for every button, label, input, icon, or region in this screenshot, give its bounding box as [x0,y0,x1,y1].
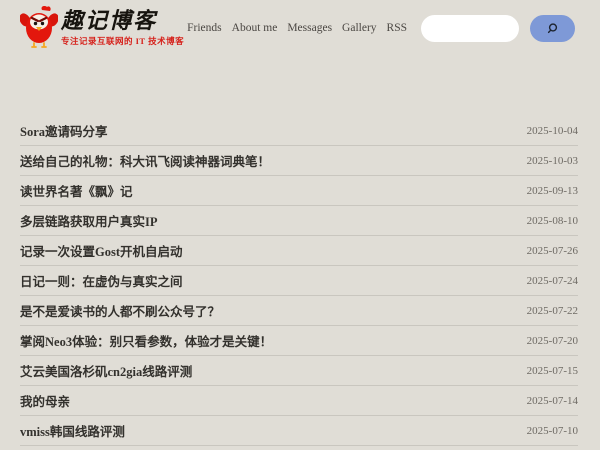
post-row[interactable]: 多层链路获取用户真实IP 2025-08-10 [20,206,578,236]
post-list: Sora邀请码分享 2025-10-04 送给自己的礼物：科大讯飞阅读神器词典笔… [20,116,578,446]
post-title[interactable]: 读世界名著《飘》记 [20,181,133,200]
site-tagline: 专注记录互联网的 IT 技术博客 [61,35,185,46]
nav-item-about-me[interactable]: About me [232,22,278,34]
magnifier-icon [546,22,559,35]
nav-item-messages[interactable]: Messages [287,22,332,34]
post-title[interactable]: 日记一则：在虚伪与真实之间 [20,271,183,290]
post-title[interactable]: vmiss韩国线路评测 [20,421,125,440]
post-row[interactable]: 我的母亲 2025-07-14 [20,386,578,416]
post-row[interactable]: vmiss韩国线路评测 2025-07-10 [20,416,578,446]
nav-item-friends[interactable]: Friends [187,22,222,34]
search-button[interactable] [530,14,575,42]
bird-mascot-icon [19,4,59,53]
post-row[interactable]: 掌阅Neo3体验：别只看参数，体验才是关键！ 2025-07-20 [20,326,578,356]
post-row[interactable]: 是不是爱读书的人都不刷公众号了？ 2025-07-22 [20,296,578,326]
post-date: 2025-07-26 [526,244,578,257]
post-title[interactable]: 送给自己的礼物：科大讯飞阅读神器词典笔！ [20,151,270,170]
post-date: 2025-10-03 [526,154,578,167]
site-title: 趣记博客 [61,8,158,34]
post-date: 2025-07-20 [526,334,578,347]
post-title[interactable]: 掌阅Neo3体验：别只看参数，体验才是关键！ [20,331,272,350]
post-date: 2025-07-14 [526,394,578,407]
post-row[interactable]: 艾云美国洛杉矶cn2gia线路评测 2025-07-15 [20,356,578,386]
post-date: 2025-07-24 [526,274,578,287]
post-row[interactable]: 日记一则：在虚伪与真实之间 2025-07-24 [20,266,578,296]
nav-item-rss[interactable]: RSS [387,22,407,34]
post-date: 2025-09-13 [526,184,578,197]
post-title[interactable]: 艾云美国洛杉矶cn2gia线路评测 [20,361,192,380]
post-date: 2025-10-04 [526,124,578,137]
site-header: 趣记博客 专注记录互联网的 IT 技术博客 Friends About me M… [0,0,600,56]
post-title[interactable]: 我的母亲 [20,391,70,410]
post-row[interactable]: 送给自己的礼物：科大讯飞阅读神器词典笔！ 2025-10-03 [20,146,578,176]
post-date: 2025-07-10 [526,424,578,437]
search-input[interactable] [421,14,519,42]
nav-item-gallery[interactable]: Gallery [342,22,376,34]
post-date: 2025-08-10 [526,214,578,227]
post-row[interactable]: 记录一次设置Gost开机自启动 2025-07-26 [20,236,578,266]
post-title[interactable]: Sora邀请码分享 [20,121,108,140]
post-row[interactable]: 读世界名著《飘》记 2025-09-13 [20,176,578,206]
main-nav: Friends About me Messages Gallery RSS [187,22,407,34]
post-date: 2025-07-22 [526,304,578,317]
post-date: 2025-07-15 [526,364,578,377]
site-logo[interactable]: 趣记博客 专注记录互联网的 IT 技术博客 [19,4,185,53]
post-title[interactable]: 记录一次设置Gost开机自启动 [20,241,183,260]
post-title[interactable]: 多层链路获取用户真实IP [20,211,158,230]
post-row[interactable]: Sora邀请码分享 2025-10-04 [20,116,578,146]
post-title[interactable]: 是不是爱读书的人都不刷公众号了？ [20,301,220,320]
